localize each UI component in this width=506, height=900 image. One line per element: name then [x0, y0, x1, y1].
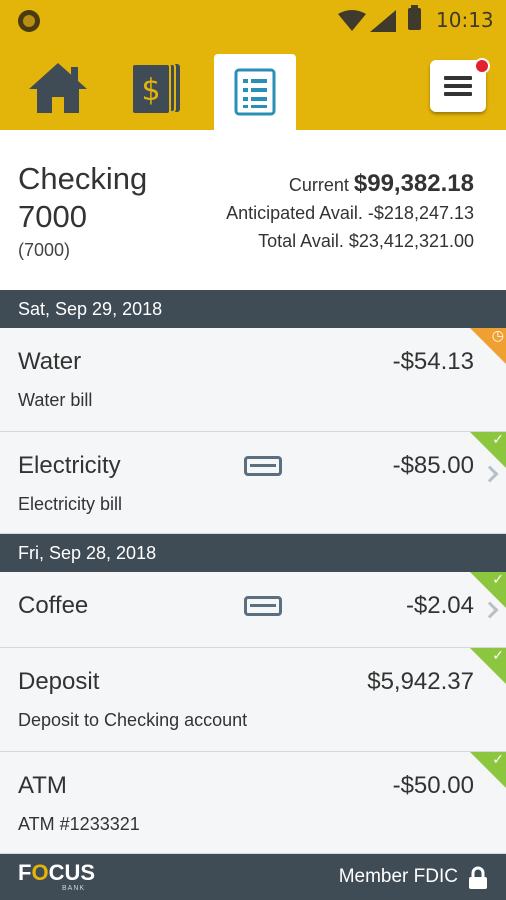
home-icon [29, 63, 87, 113]
transaction-title: ATM [18, 772, 67, 799]
anticipated-balance: -$218,247.13 [367, 203, 474, 223]
menu-icon [444, 76, 472, 96]
anticipated-balance-row: Anticipated Avail. -$218,247.13 [226, 199, 474, 227]
current-label: Current [288, 175, 349, 195]
transaction-amount: -$85.00 [392, 452, 474, 479]
app-indicator-icon [18, 10, 40, 32]
transaction-title: Coffee [18, 592, 89, 619]
date-header: Sat, Sep 29, 2018 [0, 290, 506, 328]
svg-text:$: $ [141, 73, 160, 108]
current-balance: $99,382.18 [353, 170, 474, 197]
footer: FOCUS BANK Member FDIC [0, 854, 506, 900]
bank-logo-subtitle: BANK [62, 885, 86, 892]
checkmark-icon: ✓ [492, 572, 504, 588]
total-balance: $23,412,321.00 [348, 231, 474, 251]
date-header: Fri, Sep 28, 2018 [0, 534, 506, 572]
home-nav-button[interactable] [22, 58, 94, 118]
lock-icon [469, 866, 487, 889]
bank-logo: FOCUS [18, 860, 96, 885]
total-balance-row: Total Avail. $23,412,321.00 [226, 227, 474, 255]
transaction-row[interactable]: Coffee -$2.04 ✓ [0, 572, 506, 648]
checkmark-icon: ✓ [492, 752, 504, 768]
status-bar: 10:13 [0, 0, 506, 42]
transaction-title: Deposit [18, 668, 100, 695]
account-balances: Current $99,382.18 Anticipated Avail. -$… [226, 170, 474, 255]
top-nav: $ [0, 42, 506, 130]
account-number: (7000) [18, 240, 71, 260]
signal-icon [370, 10, 396, 32]
transaction-amount: -$54.13 [392, 348, 474, 375]
transaction-amount: -$50.00 [392, 772, 474, 799]
transaction-title: Water [18, 348, 82, 375]
card-icon [244, 596, 282, 616]
card-icon [244, 456, 282, 476]
battery-icon [408, 5, 421, 30]
checkmark-icon: ✓ [492, 648, 504, 664]
transactions-nav-button[interactable] [214, 54, 296, 130]
document-list-icon [234, 68, 276, 116]
checkmark-icon: ✓ [492, 432, 504, 448]
clock-icon: ◷ [491, 328, 504, 344]
account-name: Checking 7000 [18, 161, 148, 234]
account-summary: Checking 7000 (7000) Current $99,382.18 … [0, 130, 506, 290]
transaction-amount: $5,942.37 [367, 668, 474, 695]
member-fdic-label: Member FDIC [338, 866, 458, 887]
transaction-title: Electricity [18, 452, 121, 479]
transaction-description: Water bill [18, 390, 93, 410]
anticipated-label: Anticipated Avail. [226, 203, 363, 223]
transaction-description: ATM #1233321 [18, 814, 140, 834]
transaction-row[interactable]: ATM ATM #1233321 -$50.00 ✓ [0, 752, 506, 854]
transaction-description: Electricity bill [18, 494, 123, 514]
transaction-row[interactable]: Deposit Deposit to Checking account $5,9… [0, 648, 506, 752]
dollar-card-icon: $ [131, 63, 180, 115]
wifi-icon [338, 10, 366, 31]
transaction-amount: -$2.04 [405, 592, 474, 619]
accounts-nav-button[interactable]: $ [126, 58, 186, 118]
transaction-description: Deposit to Checking account [18, 710, 248, 730]
chevron-right-icon[interactable] [481, 465, 499, 483]
current-balance-row: Current $99,382.18 [226, 170, 474, 199]
transaction-row[interactable]: Water Water bill -$54.13 ◷ [0, 328, 506, 432]
transaction-row[interactable]: Electricity Electricity bill -$85.00 ✓ [0, 432, 506, 534]
clock: 10:13 [436, 8, 494, 32]
notification-badge [474, 58, 490, 74]
total-label: Total Avail. [258, 231, 344, 251]
